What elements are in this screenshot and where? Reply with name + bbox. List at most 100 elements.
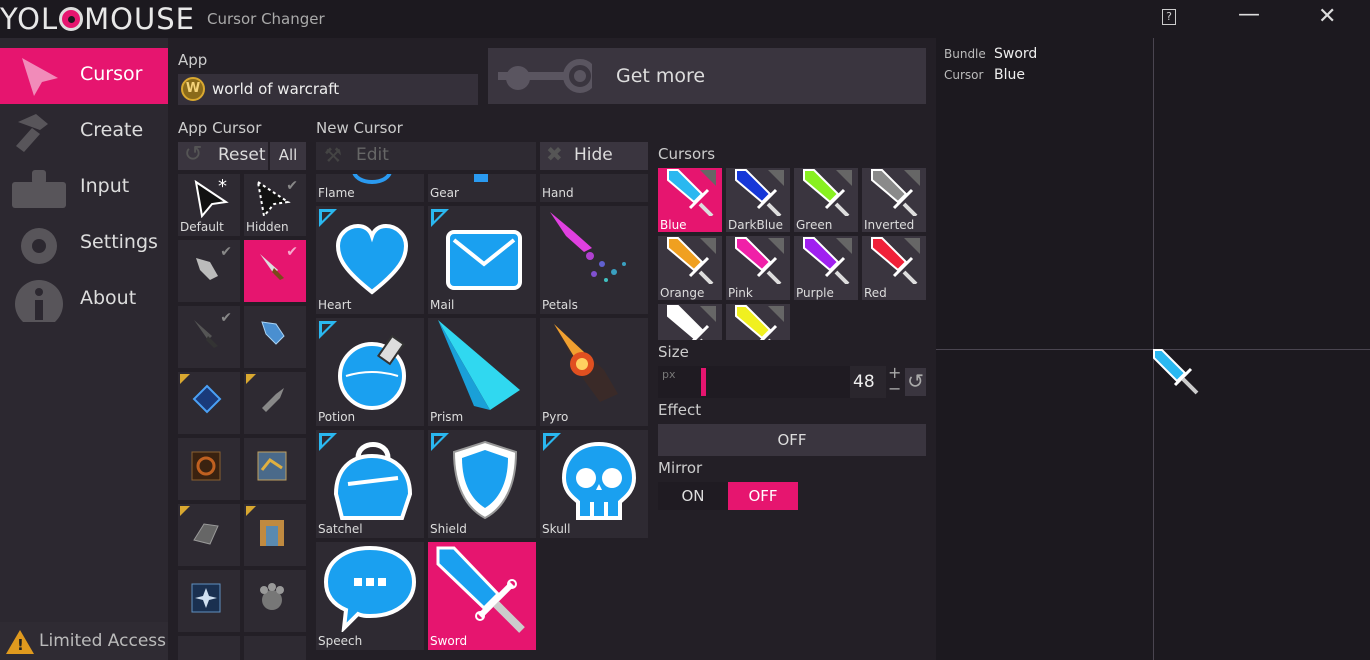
size-label: Size	[658, 343, 689, 361]
app-cursor-item[interactable]: ✔	[178, 306, 240, 368]
cursor-tile-satchel[interactable]: Satchel	[316, 430, 424, 538]
cursor-color-swatch-darkblue[interactable]: DarkBlue	[726, 168, 790, 232]
swatch-label: DarkBlue	[728, 218, 784, 232]
mirror-off-button[interactable]: OFF	[728, 482, 798, 510]
reset-button[interactable]: ↺ Reset	[178, 142, 268, 170]
nav-settings[interactable]: Settings	[0, 216, 168, 272]
app-cursor-item[interactable]	[178, 570, 240, 632]
edit-button[interactable]: ⚒ Edit	[316, 142, 536, 170]
cursor-color-swatch-pink[interactable]: Pink	[726, 236, 790, 300]
cursor-tile-speech[interactable]: Speech	[316, 542, 424, 650]
effect-select[interactable]: OFF	[658, 424, 926, 456]
cursor-color-swatch-red[interactable]: Red	[862, 236, 926, 300]
sword-swatch-icon	[735, 237, 784, 284]
hammer-icon: ⚒	[324, 143, 342, 167]
svg-text:*: *	[218, 178, 227, 197]
swatch-label: Blue	[660, 218, 687, 232]
app-cursor-item[interactable]	[244, 372, 306, 434]
app-subtitle: Cursor Changer	[207, 10, 325, 28]
shield-icon	[452, 440, 518, 520]
skull-icon	[562, 441, 636, 520]
app-cursor-item[interactable]	[178, 636, 240, 660]
petals-icon	[550, 212, 626, 282]
cursor-tile-skull[interactable]: Skull	[540, 430, 648, 538]
size-reset-icon[interactable]: ↺	[905, 368, 926, 396]
cursor-color-swatch-orange[interactable]: Orange	[658, 236, 722, 300]
cursor-tile-heart[interactable]: Heart	[316, 206, 424, 314]
sword-swatch-icon	[667, 237, 716, 284]
cursor-tile-hand[interactable]: Hand	[540, 174, 648, 202]
nav-input[interactable]: Input	[0, 160, 168, 216]
app-cursor-item[interactable]	[244, 636, 306, 660]
size-slider[interactable]: px	[658, 366, 850, 398]
help-button[interactable]: ?	[1162, 9, 1176, 25]
app-cursor-item[interactable]	[178, 438, 240, 500]
sword-swatch-icon	[871, 237, 920, 284]
keyboard-icon	[12, 170, 66, 208]
cursor-color-swatch-blue[interactable]: Blue	[658, 168, 722, 232]
limited-access-label[interactable]: Limited Access	[39, 631, 166, 651]
app-cursor-item[interactable]	[178, 504, 240, 566]
cursor-tile-petals[interactable]: Petals	[540, 206, 648, 314]
app-cursor-item[interactable]: ✔	[178, 240, 240, 302]
cursor-tile-gear[interactable]: Gear	[428, 174, 536, 202]
new-cursor-label: New Cursor	[316, 119, 403, 137]
all-button[interactable]: All	[270, 142, 306, 170]
sword-swatch-icon	[803, 169, 852, 216]
hide-button[interactable]: ✖ Hide	[540, 142, 648, 170]
cursor-tile-prism[interactable]: Prism	[428, 318, 536, 426]
cursor-tile-flame[interactable]: Flame	[316, 174, 424, 202]
pyro-icon	[554, 324, 618, 402]
cursor-tile-sword[interactable]: Sword	[428, 542, 536, 650]
cursor-color-swatch[interactable]	[726, 304, 790, 340]
size-decrement-button[interactable]: −	[888, 379, 901, 398]
cursor-label: Cursor	[944, 68, 984, 82]
swatch-label: Orange	[660, 286, 705, 300]
check-icon: ✔	[220, 310, 232, 326]
app-cursor-item[interactable]	[178, 372, 240, 434]
cursor-tile-pyro[interactable]: Pyro	[540, 318, 648, 426]
size-slider-fill[interactable]	[701, 368, 706, 396]
sword-icon	[260, 254, 284, 280]
cursor-color-swatch-green[interactable]: Green	[794, 168, 858, 232]
satchel-icon	[333, 442, 413, 520]
bundle-value: Sword	[994, 46, 1038, 62]
size-value-field[interactable]: 48	[850, 366, 886, 398]
yolomouse-logo: YOL MOUSE	[0, 2, 195, 36]
cursor-icon	[22, 58, 58, 96]
app-label: App	[178, 51, 208, 69]
heart-icon	[335, 224, 409, 295]
app-cursor-item[interactable]	[244, 504, 306, 566]
paw-icon	[260, 583, 284, 610]
axe-icon	[262, 388, 284, 412]
swatch-label: Pink	[728, 286, 753, 300]
cursor-color-swatch-purple[interactable]: Purple	[794, 236, 858, 300]
app-cursor-hidden[interactable]: ✔ Hidden	[244, 174, 306, 236]
app-cursor-item[interactable]	[244, 570, 306, 632]
close-button[interactable]: ✕	[1318, 4, 1336, 29]
app-cursor-default[interactable]: * Default	[178, 174, 240, 236]
app-select[interactable]: W world of warcraft	[178, 74, 478, 105]
arrow-cursor-icon: *	[194, 178, 229, 218]
book-icon	[193, 523, 219, 545]
app-cursor-item[interactable]	[244, 306, 306, 368]
cursor-color-swatch[interactable]	[658, 304, 722, 340]
swatch-label: Inverted	[864, 218, 915, 232]
sword-swatch-icon	[735, 169, 784, 216]
app-cursor-item-selected[interactable]: ✔	[244, 240, 306, 302]
app-cursor-item[interactable]	[244, 438, 306, 500]
mirror-on-button[interactable]: ON	[658, 482, 728, 510]
minimize-button[interactable]: —	[1238, 2, 1260, 27]
reset-icon: ↺	[184, 142, 203, 167]
nav-cursor[interactable]: Cursor	[0, 48, 168, 104]
cursor-tile-potion[interactable]: Potion	[316, 318, 424, 426]
app-cursor-label: App Cursor	[178, 119, 262, 137]
cursor-tile-shield[interactable]: Shield	[428, 430, 536, 538]
get-more-button[interactable]: Get more	[488, 48, 926, 104]
sword-icon	[436, 546, 525, 633]
nav-about[interactable]: About	[0, 272, 168, 328]
nav-create[interactable]: Create	[0, 104, 168, 160]
mirror-label: Mirror	[658, 459, 703, 477]
cursor-color-swatch-inverted[interactable]: Inverted	[862, 168, 926, 232]
cursor-tile-mail[interactable]: Mail	[428, 206, 536, 314]
